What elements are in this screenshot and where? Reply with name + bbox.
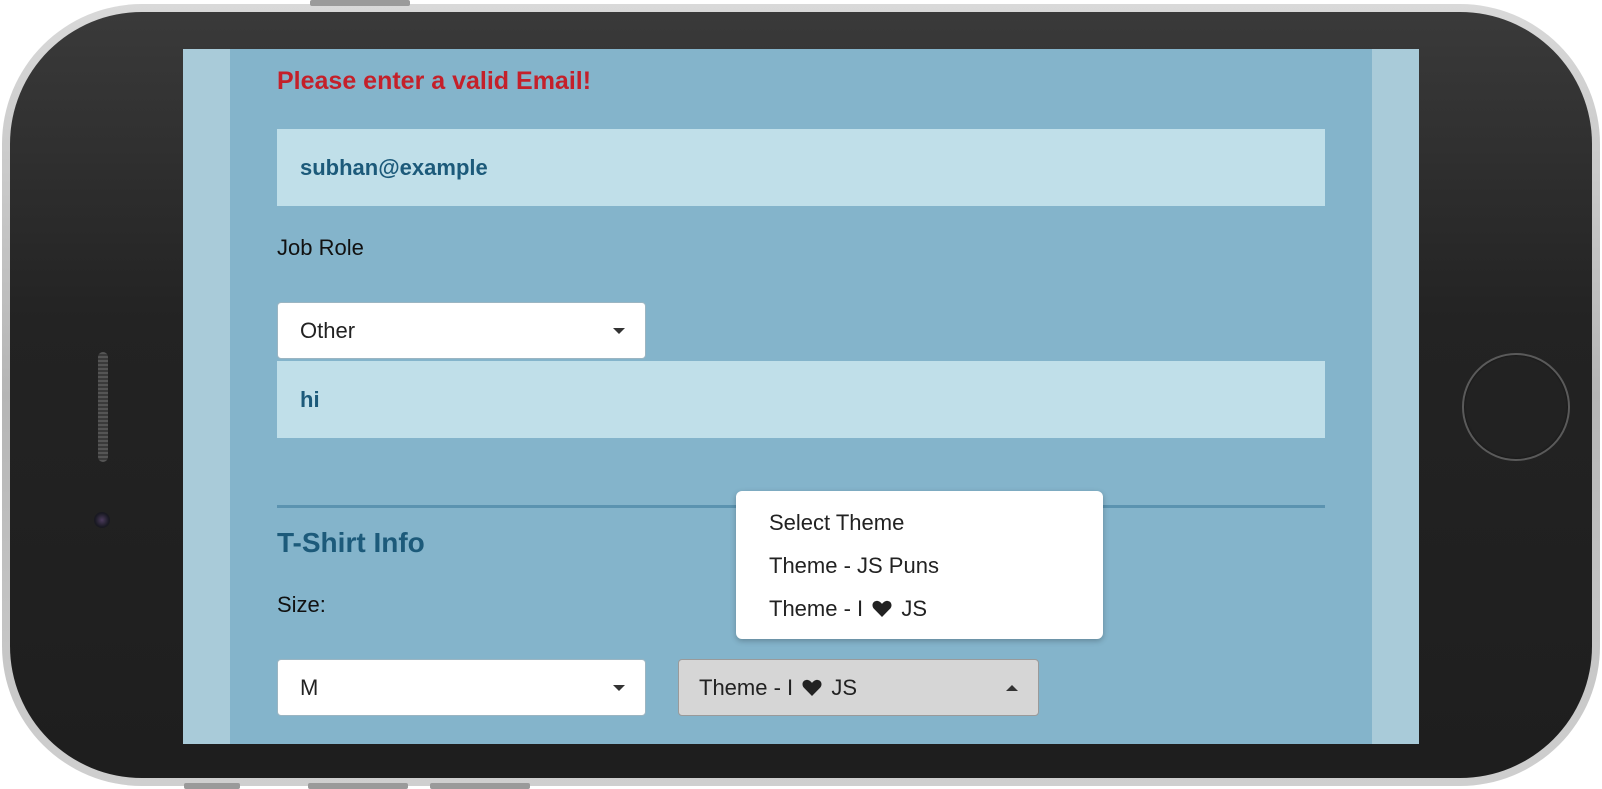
design-option-js-puns[interactable]: Theme - JS Puns — [736, 544, 1103, 587]
top-button — [310, 0, 410, 6]
job-role-selected-value: Other — [300, 318, 356, 343]
email-field[interactable]: subhan@example — [277, 129, 1325, 206]
job-role-label: Job Role — [277, 235, 364, 260]
job-role-select[interactable]: Other — [277, 302, 646, 359]
design-selected-suffix: JS — [825, 675, 858, 700]
design-selected-prefix: Theme - I — [699, 675, 800, 700]
caret-up-icon — [1006, 685, 1018, 691]
bottom-button-2 — [308, 783, 408, 789]
size-label: Size: — [277, 592, 326, 617]
design-dropdown-menu: Select Theme Theme - JS Puns Theme - I J… — [736, 491, 1103, 639]
size-selected-value: M — [300, 675, 319, 700]
size-select[interactable]: M — [277, 659, 646, 716]
email-error-message: Please enter a valid Email! — [277, 67, 592, 95]
caret-down-icon — [613, 328, 625, 334]
heart-icon — [802, 679, 822, 696]
design-option-prefix: Theme - I — [769, 596, 870, 621]
design-option-select-theme[interactable]: Select Theme — [736, 501, 1103, 544]
registration-form: Please enter a valid Email! subhan@examp… — [230, 49, 1372, 744]
home-button[interactable] — [1462, 353, 1570, 461]
front-camera — [94, 512, 110, 528]
caret-down-icon — [613, 685, 625, 691]
bottom-button-3 — [430, 783, 530, 789]
phone-screen: Please enter a valid Email! subhan@examp… — [183, 49, 1419, 744]
design-option-suffix: JS — [895, 596, 928, 621]
speaker-grille — [98, 352, 108, 462]
design-option-heart-js[interactable]: Theme - I JS — [736, 587, 1103, 630]
design-select[interactable]: Theme - I JS — [678, 659, 1039, 716]
other-job-role-field[interactable]: hi — [277, 361, 1325, 438]
tshirt-section-title: T-Shirt Info — [277, 527, 425, 558]
bottom-button-1 — [184, 783, 240, 789]
heart-icon — [872, 600, 892, 617]
